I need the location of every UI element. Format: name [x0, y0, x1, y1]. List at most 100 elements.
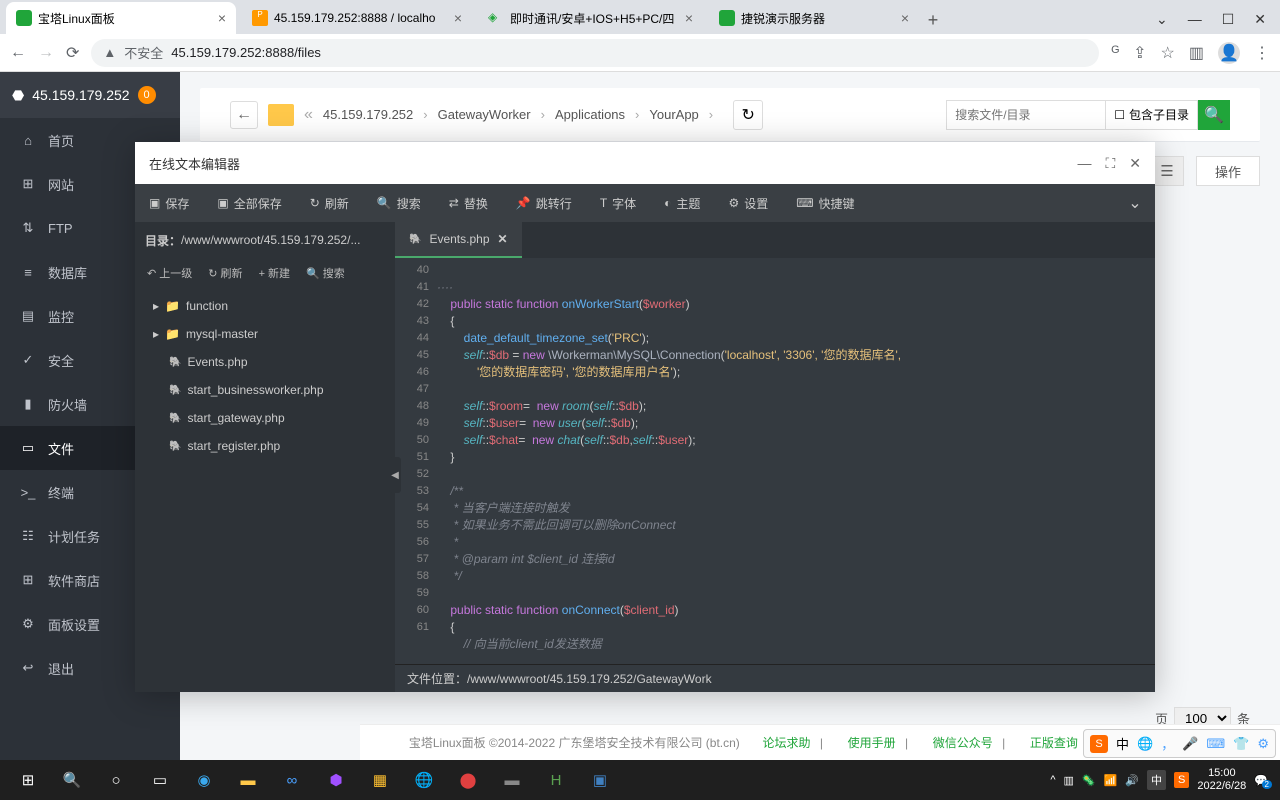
- list-view-button[interactable]: ☰: [1150, 156, 1184, 186]
- search-input[interactable]: [946, 100, 1106, 130]
- tray-icon[interactable]: 🔊: [1125, 774, 1139, 787]
- bookmark-icon[interactable]: ☆: [1161, 43, 1175, 63]
- editor-跳转行-button[interactable]: 📌跳转行: [502, 184, 586, 222]
- tree-item[interactable]: 🐘start_register.php: [135, 432, 395, 460]
- tab-active[interactable]: 宝塔Linux面板 ×: [6, 2, 236, 34]
- clock[interactable]: 15:002022/6/28: [1197, 767, 1246, 793]
- explorer-icon[interactable]: ▬: [226, 760, 270, 800]
- editor-替换-button[interactable]: ⇄替换: [435, 184, 502, 222]
- sidetool-搜索[interactable]: 🔍 搜索: [300, 258, 351, 288]
- editor-title-bar[interactable]: 在线文本编辑器 — ⛶ ✕: [135, 142, 1155, 184]
- editor-tab[interactable]: 🐘 Events.php ✕: [395, 222, 522, 258]
- fullscreen-icon[interactable]: ⛶: [1105, 155, 1115, 172]
- back-icon[interactable]: ←: [10, 44, 26, 62]
- url-bar[interactable]: ▲ 不安全 45.159.179.252:8888/files: [91, 39, 1099, 67]
- editor-sidebar: 目录：/www/wwwroot/45.159.179.252/... ↶ 上一级…: [135, 222, 395, 692]
- ime-toolbar[interactable]: S 中 🌐 ， 🎤 ⌨ 👕 ⚙: [1083, 729, 1276, 758]
- app-icon[interactable]: ⬤: [446, 760, 490, 800]
- taskview-icon[interactable]: ▭: [138, 760, 182, 800]
- search-button[interactable]: 🔍: [1198, 100, 1230, 130]
- toolbar-dropdown[interactable]: ⌄: [1115, 193, 1155, 213]
- code-editor[interactable]: 4041424344454647484950515253545556575859…: [395, 258, 1155, 664]
- editor-status-bar: 文件位置：/www/wwwroot/45.159.179.252/Gateway…: [395, 664, 1155, 692]
- search-icon[interactable]: 🔍: [50, 760, 94, 800]
- php-icon: 🐘: [169, 357, 181, 368]
- editor-搜索-button[interactable]: 🔍搜索: [363, 184, 435, 222]
- tray-icon[interactable]: ▥: [1064, 774, 1074, 787]
- sidetool-上一级[interactable]: ↶ 上一级: [141, 258, 198, 288]
- breadcrumb-item[interactable]: 45.159.179.252: [323, 107, 413, 122]
- chevron-down-icon[interactable]: ⌄: [1156, 11, 1168, 28]
- close-icon[interactable]: ×: [901, 10, 909, 26]
- menu-icon[interactable]: ⋮: [1254, 43, 1270, 63]
- collapse-sidebar-button[interactable]: ◀: [389, 457, 401, 493]
- tree-item[interactable]: ▸📁mysql-master: [135, 320, 395, 348]
- editor-字体-button[interactable]: T字体: [586, 184, 650, 222]
- tab[interactable]: P 45.159.179.252:8888 / localho ×: [242, 2, 472, 34]
- notification-badge[interactable]: 0: [138, 86, 156, 104]
- app-icon[interactable]: ▦: [358, 760, 402, 800]
- new-tab-button[interactable]: +: [919, 6, 947, 34]
- sidebar-icon: >_: [20, 485, 36, 500]
- close-icon[interactable]: ×: [218, 10, 226, 26]
- editor-保存-button[interactable]: ▣保存: [135, 184, 203, 222]
- chrome-icon[interactable]: 🌐: [402, 760, 446, 800]
- footer-link[interactable]: 正版查询: [1030, 736, 1078, 750]
- path-back-button[interactable]: ←: [230, 101, 258, 129]
- profile-icon[interactable]: 👤: [1218, 42, 1240, 64]
- app-icon[interactable]: ▬: [490, 760, 534, 800]
- editor-快捷键-button[interactable]: ⌨快捷键: [782, 184, 868, 222]
- cortana-icon[interactable]: ○: [94, 760, 138, 800]
- start-button[interactable]: ⊞: [6, 760, 50, 800]
- share-icon[interactable]: ⇪: [1133, 43, 1146, 63]
- footer-link[interactable]: 论坛求助: [762, 736, 810, 750]
- translate-icon[interactable]: ᴳ: [1111, 44, 1119, 62]
- editor-全部保存-button[interactable]: ▣全部保存: [203, 184, 295, 222]
- breadcrumb-item[interactable]: Applications: [555, 107, 625, 122]
- app-icon[interactable]: ▣: [578, 760, 622, 800]
- operations-button[interactable]: 操作: [1196, 156, 1260, 186]
- tray-icon[interactable]: 📶: [1104, 774, 1118, 787]
- sidetool-刷新[interactable]: ↻ 刷新: [202, 258, 248, 288]
- editor-设置-button[interactable]: ⚙设置: [714, 184, 782, 222]
- minimize-icon[interactable]: —: [1188, 11, 1202, 27]
- tree-item[interactable]: ▸📁function: [135, 292, 395, 320]
- reload-icon[interactable]: ⟳: [66, 43, 79, 63]
- footer-link[interactable]: 使用手册: [848, 736, 896, 750]
- editor-刷新-button[interactable]: ↻刷新: [296, 184, 363, 222]
- edge-icon[interactable]: ◉: [182, 760, 226, 800]
- toolbar-icon: ⚙: [728, 196, 739, 210]
- footer-link[interactable]: 微信公众号: [933, 736, 993, 750]
- sidetool-新建[interactable]: + 新建: [253, 258, 296, 288]
- expand-icon[interactable]: «: [304, 106, 313, 124]
- close-icon[interactable]: ✕: [1254, 11, 1266, 28]
- close-icon[interactable]: ✕: [498, 232, 508, 246]
- maximize-icon[interactable]: ☐: [1222, 11, 1235, 28]
- tree-item[interactable]: 🐘start_gateway.php: [135, 404, 395, 432]
- tree-item[interactable]: 🐘Events.php: [135, 348, 395, 376]
- tray-chevron-icon[interactable]: ^: [1050, 774, 1055, 786]
- app-icon[interactable]: ∞: [270, 760, 314, 800]
- breadcrumb-item[interactable]: YourApp: [649, 107, 698, 122]
- panel-icon[interactable]: ▥: [1189, 43, 1204, 63]
- editor-主题-button[interactable]: ◐主题: [650, 184, 714, 222]
- breadcrumb-item[interactable]: GatewayWorker: [438, 107, 531, 122]
- file-toolbar: ← « 45.159.179.252›GatewayWorker›Applica…: [200, 88, 1260, 142]
- notifications-icon[interactable]: 💬2: [1254, 774, 1268, 787]
- ime-indicator[interactable]: 中: [1147, 770, 1166, 790]
- tab[interactable]: 捷锐演示服务器 ×: [709, 2, 919, 34]
- close-icon[interactable]: ✕: [1129, 155, 1141, 172]
- close-icon[interactable]: ×: [685, 10, 693, 26]
- forward-icon[interactable]: →: [38, 44, 54, 62]
- app-icon[interactable]: H: [534, 760, 578, 800]
- sogou-tray-icon[interactable]: S: [1174, 772, 1189, 788]
- code-content[interactable]: ···· public static function onWorkerStar…: [437, 258, 1155, 664]
- tab[interactable]: ◈ 即时通讯/安卓+IOS+H5+PC/四 ×: [478, 2, 703, 34]
- reload-button[interactable]: ↻: [733, 100, 763, 130]
- tray-icon[interactable]: 🦠: [1082, 774, 1096, 787]
- include-subdir-checkbox[interactable]: ☐包含子目录: [1106, 100, 1198, 130]
- tree-item[interactable]: 🐘start_businessworker.php: [135, 376, 395, 404]
- app-icon[interactable]: ⬢: [314, 760, 358, 800]
- close-icon[interactable]: ×: [454, 10, 462, 26]
- minimize-icon[interactable]: —: [1077, 155, 1091, 172]
